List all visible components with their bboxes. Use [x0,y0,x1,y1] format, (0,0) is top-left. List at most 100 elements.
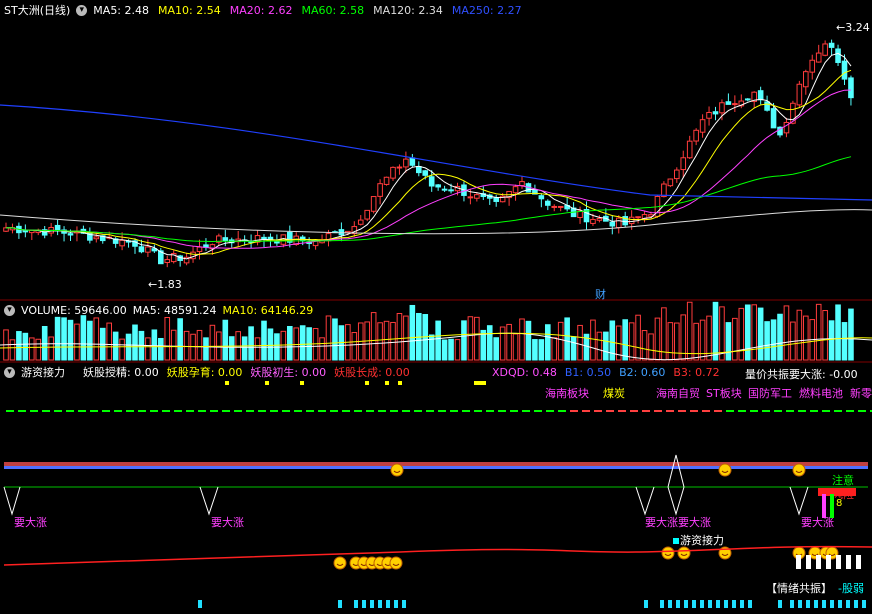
volume-bar [448,338,454,361]
risk-bar [830,494,834,518]
bottom-tick [700,600,704,608]
bottom-tick [338,600,342,608]
volume-bar [87,320,93,361]
volume-bar [783,305,790,361]
volume-bar [493,337,499,361]
bottom-tick [676,600,680,608]
volume-bar [9,339,16,361]
band-tick [18,410,26,412]
band-tick [522,410,530,412]
candle [474,194,480,199]
bottom-tick [806,600,810,608]
indicator-band [4,466,868,469]
candle [196,246,203,253]
band-tick [594,410,602,412]
band-tick [498,410,506,412]
band-tick [858,410,866,412]
volume-bar [815,303,822,361]
volume-bar [770,319,777,361]
bottom-tick [846,600,850,608]
volume-bar [41,326,48,361]
band-tick [150,410,158,412]
volume-bar [164,316,171,361]
volume-bar [119,338,125,361]
volume-bar [183,330,190,361]
bottom-tick [724,600,728,608]
band-tick [426,410,434,412]
volume-bar [641,330,648,361]
volume-bar [564,317,570,361]
band-tick [138,410,146,412]
volume-bar [390,321,396,361]
volume-bar [551,337,558,361]
band-tick [366,410,374,412]
volume-bar [738,307,745,361]
band-tick [270,410,278,412]
sentiment-bar [796,555,801,569]
band-tick [822,410,830,412]
high-price-value: 3.24 [845,21,870,34]
candle [635,216,641,219]
band-tick [30,410,38,412]
volume-bar [158,337,164,361]
candle [744,98,751,101]
candle [732,103,738,106]
bottom-tick [644,600,648,608]
volume-bar [828,320,835,361]
smile-icon [389,556,403,570]
indicator-band [4,462,868,466]
sentiment-bar [836,555,841,569]
sentiment-bar [806,555,811,569]
volume-bar [267,328,274,361]
bottom-tick [798,600,802,608]
band-tick [246,410,254,412]
band-tick [126,410,134,412]
volume-bar [16,331,22,361]
candle [828,42,835,48]
candle [615,217,622,228]
volume-bar [822,310,828,361]
volume-bar [293,327,300,361]
candle [448,189,454,192]
volume-bar [841,322,848,361]
band-tick [390,410,398,412]
volume-bar [557,321,564,361]
candle [693,129,699,142]
smile-icon [718,463,732,477]
band-tick [582,410,590,412]
sentiment-bar [856,555,861,569]
chart-canvas[interactable] [0,0,872,614]
candle [557,205,564,208]
sentiment-bar [826,555,831,569]
volume-bar [435,320,441,361]
band-tick [798,410,806,412]
volume-bar [506,323,512,361]
band-tick [462,410,470,412]
band-tick [438,410,446,412]
volume-bar [532,339,538,361]
smile-icon [677,546,691,560]
band-tick [54,410,62,412]
band-tick [294,410,302,412]
band-tick [846,410,854,412]
candle [667,178,674,187]
volume-bar [351,332,358,361]
volume-bar [67,319,74,361]
bottom-tick [748,600,752,608]
candle [370,196,377,212]
volume-bar [751,304,758,361]
candle [680,157,687,171]
candle [119,239,125,247]
volume-bar [654,317,661,361]
finance-marker[interactable]: 财 [595,286,606,302]
candle [390,166,396,179]
band-tick [78,410,86,412]
candle [409,157,416,166]
volume-bar [74,323,80,361]
candle [467,196,474,199]
volume-bar [325,315,332,361]
bottom-tick [790,600,794,608]
volume-bar [686,301,693,361]
band-tick [354,410,362,412]
band-tick [654,410,662,412]
